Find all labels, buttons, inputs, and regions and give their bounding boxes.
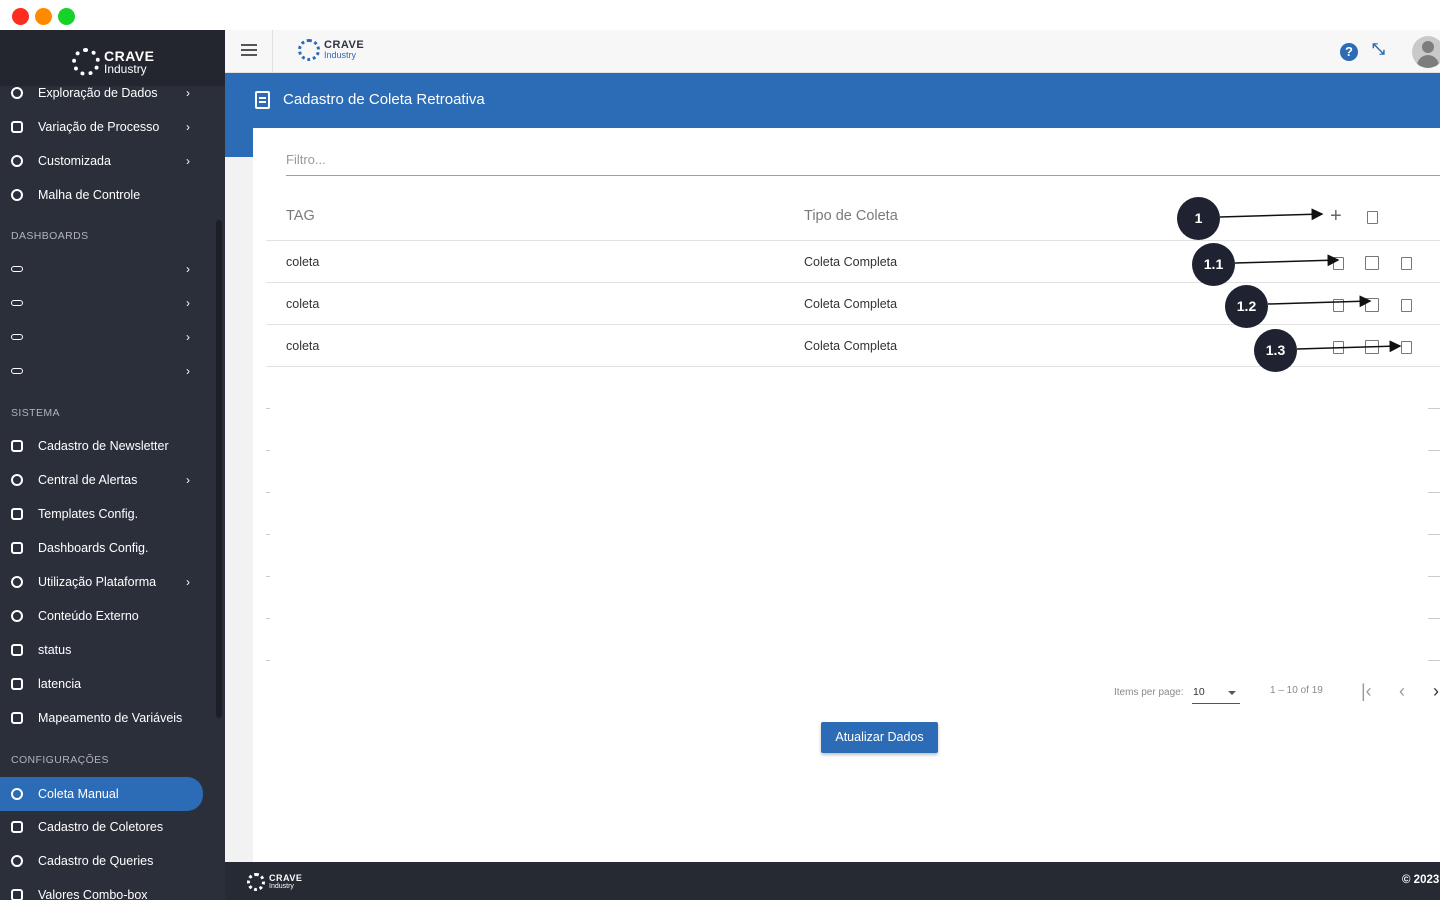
callout-badge: 1.1 (1192, 243, 1235, 286)
callout-arrows (1219, 208, 1402, 353)
callout-badge: 1.2 (1225, 285, 1268, 328)
callout-arrow (1267, 295, 1372, 308)
callout-arrow (1219, 208, 1324, 221)
callout-arrow (1296, 340, 1402, 353)
callout-badge: 1 (1177, 197, 1220, 240)
callout-arrow (1234, 254, 1340, 267)
callout-badge: 1.3 (1254, 329, 1297, 372)
